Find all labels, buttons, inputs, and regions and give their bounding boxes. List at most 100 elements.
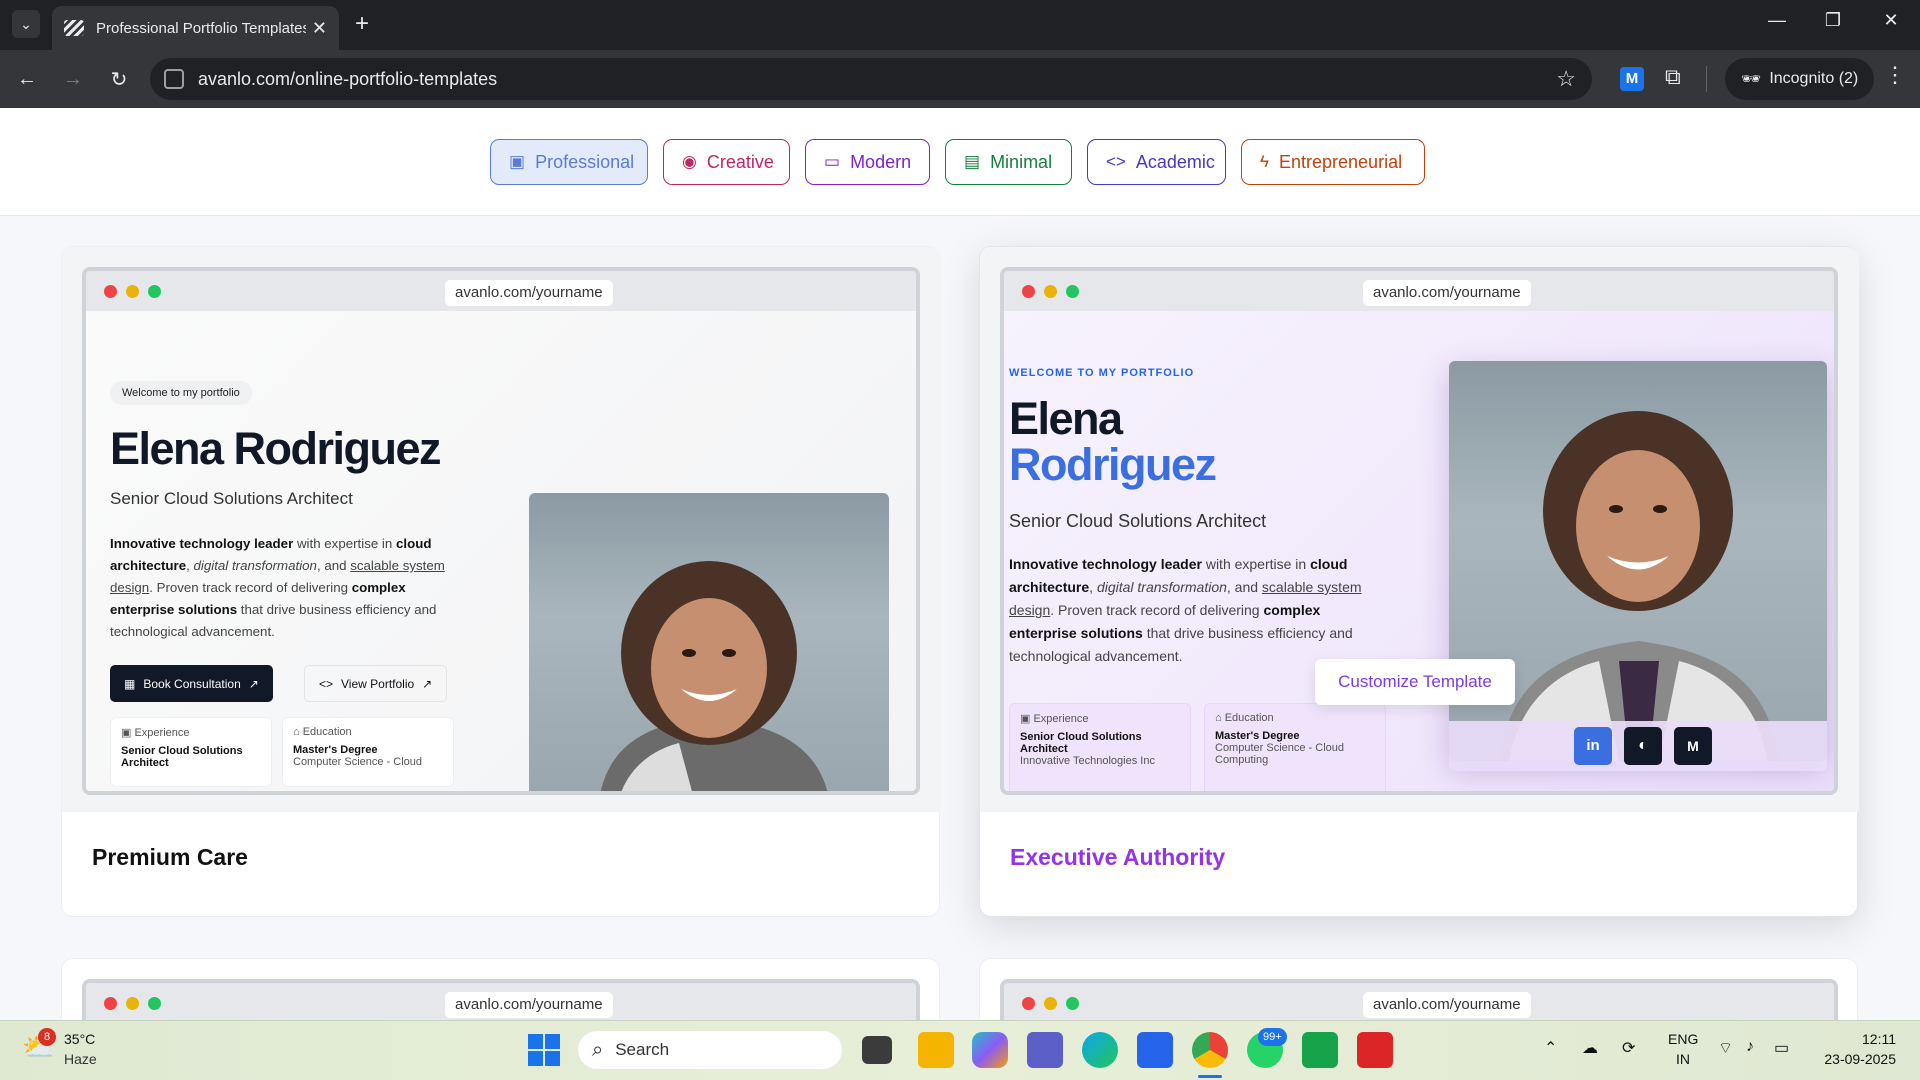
category-minimal[interactable]: ▤ Minimal bbox=[945, 139, 1072, 185]
language-code[interactable]: ENG bbox=[1668, 1031, 1698, 1047]
preview-browser-bar: avanlo.com/yourname bbox=[1004, 271, 1834, 311]
close-window-button[interactable]: ✕ bbox=[1876, 10, 1906, 31]
address-bar[interactable]: avanlo.com/online-portfolio-templates ☆ bbox=[150, 58, 1592, 100]
experience-value: Senior Cloud Solutions Architect bbox=[121, 745, 243, 769]
back-button[interactable]: ← bbox=[4, 68, 50, 91]
experience-card: ▣ Experience Senior Cloud Solutions Arch… bbox=[110, 717, 272, 787]
category-label: Minimal bbox=[990, 151, 1053, 172]
wifi-icon[interactable]: ⌔ bbox=[1718, 1038, 1733, 1058]
sheets-app-icon[interactable] bbox=[1302, 1032, 1338, 1068]
palette-icon: ◉ bbox=[682, 152, 697, 171]
preview-browser-bar: avanlo.com/yourname bbox=[86, 983, 916, 1020]
portfolio-role: Senior Cloud Solutions Architect bbox=[110, 489, 353, 508]
customize-template-button[interactable]: Customize Template bbox=[1315, 659, 1515, 705]
region-code[interactable]: IN bbox=[1668, 1051, 1698, 1067]
tab-title: Professional Portfolio Templates bbox=[96, 19, 306, 37]
red-dot-icon bbox=[1022, 997, 1035, 1010]
linkedin-icon[interactable]: in bbox=[1574, 727, 1612, 765]
code-icon: <> bbox=[1106, 152, 1126, 171]
preview-url: avanlo.com/yourname bbox=[1363, 992, 1531, 1018]
book-consultation-button[interactable]: ▦ Book Consultation ↗ bbox=[110, 665, 273, 702]
green-dot-icon bbox=[148, 285, 161, 298]
experience-label: Experience bbox=[134, 727, 190, 739]
category-entrepreneurial[interactable]: ϟ Entrepreneurial bbox=[1241, 139, 1425, 185]
close-tab-icon[interactable]: ✕ bbox=[312, 18, 327, 39]
medium-icon[interactable]: M bbox=[1674, 727, 1712, 765]
extensions-puzzle-icon[interactable]: ⧉ bbox=[1665, 64, 1681, 90]
task-view-icon[interactable] bbox=[862, 1036, 892, 1064]
windows-start-icon[interactable] bbox=[528, 1034, 560, 1066]
edge-icon[interactable] bbox=[1082, 1032, 1118, 1068]
show-hidden-icons[interactable]: ⌃ bbox=[1544, 1038, 1557, 1058]
category-label: Academic bbox=[1135, 151, 1215, 172]
store-icon[interactable] bbox=[1137, 1032, 1173, 1068]
view-portfolio-button[interactable]: <> View Portfolio ↗ bbox=[304, 665, 448, 702]
preview-body: WELCOME TO MY PORTFOLIO Elena Rodriguez … bbox=[1004, 311, 1834, 791]
red-dot-icon bbox=[104, 997, 117, 1010]
briefcase-icon: ▣ bbox=[509, 152, 526, 171]
category-creative[interactable]: ◉ Creative bbox=[663, 139, 790, 185]
category-academic[interactable]: <> Academic bbox=[1087, 139, 1226, 185]
whatsapp-badge: 99+ bbox=[1258, 1028, 1287, 1046]
site-info-icon[interactable] bbox=[164, 69, 184, 89]
battery-icon[interactable]: ▭ bbox=[1774, 1038, 1789, 1058]
preview-browser-window: avanlo.com/yourname bbox=[82, 979, 920, 1020]
search-icon: ⌕ bbox=[592, 1038, 604, 1061]
copilot-icon[interactable] bbox=[972, 1032, 1008, 1068]
new-tab-button[interactable]: + bbox=[355, 10, 369, 38]
weather-badge: 8 bbox=[38, 1028, 56, 1046]
taskbar-search-box[interactable]: ⌕ Search bbox=[578, 1031, 842, 1069]
book-consultation-label: Book Consultation bbox=[143, 676, 241, 691]
education-detail: Computer Science - Cloud bbox=[293, 756, 423, 768]
education-label: Education bbox=[302, 726, 352, 738]
clock-time[interactable]: 12:11 bbox=[1820, 1031, 1896, 1047]
file-explorer-icon[interactable] bbox=[918, 1032, 954, 1068]
github-icon[interactable]: ◐ bbox=[1624, 727, 1662, 765]
portrait-photo bbox=[529, 493, 889, 791]
yellow-dot-icon bbox=[1044, 997, 1057, 1010]
template-card-lower-left[interactable]: avanlo.com/yourname bbox=[61, 958, 940, 1020]
reload-button[interactable]: ↻ bbox=[96, 67, 142, 92]
teams-icon[interactable] bbox=[1027, 1032, 1063, 1068]
sync-icon[interactable]: ⟳ bbox=[1622, 1038, 1635, 1058]
chrome-menu-icon[interactable]: ⋮ bbox=[1884, 62, 1906, 88]
toolbar-divider bbox=[1706, 66, 1707, 92]
clock-date[interactable]: 23-09-2025 bbox=[1800, 1051, 1896, 1067]
incognito-button[interactable]: 🕶 Incognito (2) bbox=[1725, 58, 1875, 100]
preview-browser-window: avanlo.com/yourname bbox=[1000, 979, 1838, 1020]
view-portfolio-label: View Portfolio bbox=[341, 676, 415, 691]
portfolio-name: Elena Rodriguez bbox=[110, 423, 442, 474]
category-modern[interactable]: ▭ Modern bbox=[805, 139, 930, 185]
preview-url: avanlo.com/yourname bbox=[445, 992, 613, 1018]
template-title[interactable]: Premium Care bbox=[92, 844, 248, 871]
category-professional[interactable]: ▣ Professional bbox=[490, 139, 648, 185]
template-card-premium-care[interactable]: avanlo.com/yourname Welcome to my portfo… bbox=[61, 246, 941, 917]
briefcase-icon: ▣ bbox=[121, 727, 132, 739]
acrobat-icon[interactable] bbox=[1357, 1032, 1393, 1068]
chrome-icon[interactable] bbox=[1192, 1032, 1228, 1068]
forward-button[interactable]: → bbox=[50, 68, 96, 91]
restore-button[interactable]: ❐ bbox=[1818, 10, 1848, 31]
volume-icon[interactable]: ♪ bbox=[1746, 1038, 1754, 1056]
calendar-icon: ▦ bbox=[124, 676, 136, 691]
template-card-executive-authority[interactable]: avanlo.com/yourname WELCOME TO MY PORTFO… bbox=[979, 246, 1859, 917]
template-card-lower-right[interactable]: avanlo.com/yourname bbox=[979, 958, 1858, 1020]
template-preview-area: avanlo.com/yourname WELCOME TO MY PORTFO… bbox=[980, 247, 1859, 812]
external-arrow-icon: ↗ bbox=[422, 676, 433, 691]
m-extension-icon[interactable]: M bbox=[1620, 67, 1644, 91]
bookmark-star-icon[interactable]: ☆ bbox=[1556, 66, 1576, 92]
weather-temp: 35°C bbox=[64, 1031, 96, 1047]
welcome-label: WELCOME TO MY PORTFOLIO bbox=[1009, 367, 1195, 379]
minimize-button[interactable]: — bbox=[1762, 10, 1792, 31]
preview-browser-window: avanlo.com/yourname Welcome to my portfo… bbox=[82, 267, 920, 795]
category-label: Modern bbox=[850, 151, 912, 172]
document-icon: ▤ bbox=[964, 152, 981, 171]
template-title[interactable]: Executive Authority bbox=[1010, 844, 1225, 871]
tab-search-button[interactable]: ⌄ bbox=[12, 10, 40, 38]
education-label: Education bbox=[1224, 712, 1274, 724]
incognito-label: Incognito (2) bbox=[1769, 70, 1859, 87]
preview-browser-bar: avanlo.com/yourname bbox=[86, 271, 916, 311]
portfolio-role: Senior Cloud Solutions Architect bbox=[1009, 511, 1267, 531]
active-tab[interactable]: Professional Portfolio Templates ✕ bbox=[52, 6, 339, 50]
onedrive-icon[interactable]: ☁ bbox=[1582, 1038, 1598, 1058]
